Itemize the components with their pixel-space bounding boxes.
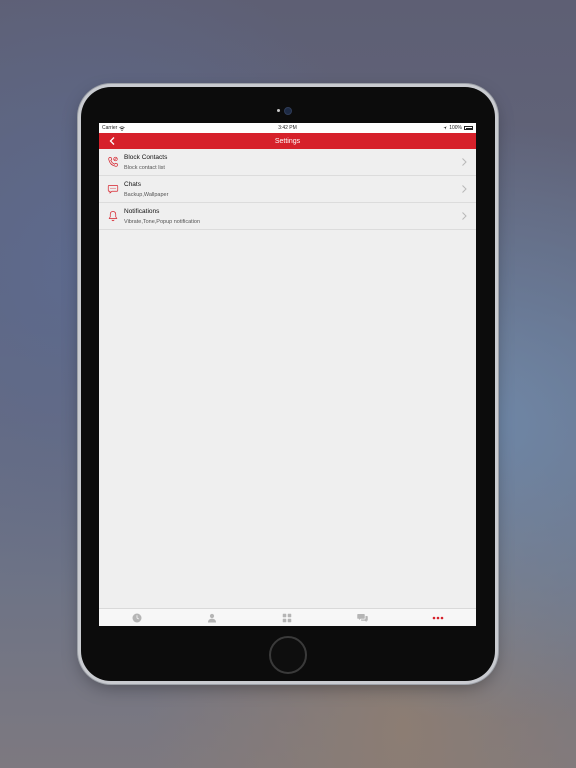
contacts-icon [208, 613, 217, 622]
chat-bubble-icon [107, 185, 119, 194]
front-camera [284, 107, 292, 115]
settings-list: Block Contacts Block contact list Chats … [99, 149, 476, 230]
carrier-label: Carrier [102, 125, 118, 131]
wifi-icon [119, 125, 126, 131]
settings-item-title: Notifications [124, 208, 160, 215]
tab-chats[interactable] [353, 611, 373, 625]
nav-bar: Settings [99, 133, 476, 149]
bell-icon [108, 211, 118, 222]
app-screen: Carrier 3:42 PM 100% Settings Block Cont… [99, 123, 476, 626]
settings-item-chats[interactable]: Chats Backup,Wallpaper [99, 176, 476, 203]
page-title: Settings [274, 137, 301, 145]
clock-icon [132, 613, 142, 622]
chats-icon [357, 613, 369, 622]
chevron-right-icon [462, 212, 467, 220]
settings-item-subtitle: Vibrate,Tone,Popup notification [124, 219, 201, 225]
phone-block-icon [108, 156, 118, 167]
settings-item-subtitle: Backup,Wallpaper [124, 192, 169, 198]
back-button[interactable] [106, 135, 118, 147]
tab-contacts[interactable] [202, 611, 222, 625]
settings-item-subtitle: Block contact list [124, 165, 165, 171]
more-icon [432, 616, 444, 619]
battery-icon [464, 126, 473, 130]
status-time: 3:42 PM [278, 125, 297, 131]
settings-item-notifications[interactable]: Notifications Vibrate,Tone,Popup notific… [99, 203, 476, 230]
settings-item-title: Chats [124, 181, 141, 188]
battery-percent: 100% [449, 125, 462, 131]
settings-item-block-contacts[interactable]: Block Contacts Block contact list [99, 149, 476, 176]
front-sensor [277, 109, 280, 112]
chevron-right-icon [462, 185, 467, 193]
home-button[interactable] [269, 636, 307, 674]
tablet-device: Carrier 3:42 PM 100% Settings Block Cont… [81, 87, 495, 681]
location-arrow-icon [443, 126, 447, 130]
status-bar: Carrier 3:42 PM 100% [99, 123, 476, 133]
tab-recents[interactable] [127, 611, 147, 625]
tab-bar [99, 608, 476, 626]
chevron-right-icon [462, 158, 467, 166]
tab-more[interactable] [428, 611, 448, 625]
chevron-left-icon [109, 137, 115, 145]
tab-apps[interactable] [277, 611, 297, 625]
settings-item-title: Block Contacts [124, 154, 168, 161]
apps-grid-icon [283, 613, 292, 622]
